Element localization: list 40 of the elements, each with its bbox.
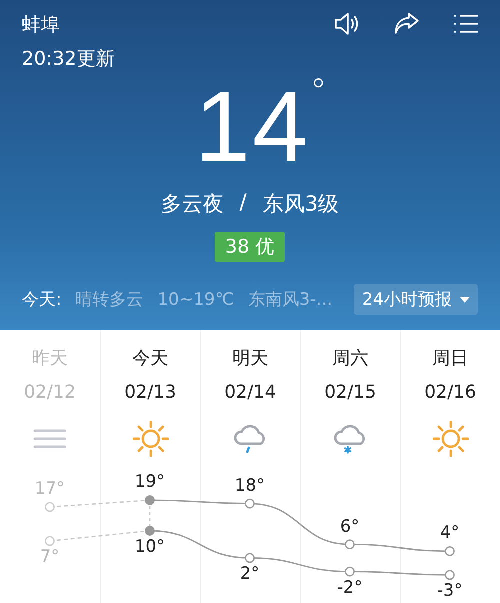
today-label: 今天: — [22, 289, 62, 311]
sun-icon — [132, 421, 168, 457]
low-temperature: 10° — [134, 537, 166, 557]
city-name: 蚌埠 — [22, 13, 61, 38]
day-date: 02/16 — [424, 382, 476, 403]
wind-info: 东风3级 — [262, 191, 340, 218]
today-wind: 东南风3-... — [248, 289, 333, 311]
high-temperature: 17° — [34, 479, 66, 500]
today-temperature-range: 10~19℃ — [158, 290, 234, 310]
degree-sign: ° — [310, 72, 328, 114]
day-name: 今天 — [132, 347, 168, 370]
share-icon[interactable] — [394, 13, 420, 35]
sun-icon — [432, 421, 468, 457]
menu-icon[interactable] — [454, 14, 478, 34]
update-time: 20:32更新 — [22, 47, 115, 72]
separator: / — [240, 190, 247, 216]
today-condition: 晴转多云 — [76, 289, 144, 311]
day-name: 昨天 — [32, 347, 68, 370]
speaker-icon[interactable] — [334, 12, 360, 36]
forecast-dropdown[interactable]: 24小时预报 — [354, 284, 478, 315]
high-temperature: 4° — [440, 523, 460, 544]
haze-icon — [33, 428, 67, 450]
day-date: 02/14 — [224, 382, 276, 403]
day-date: 02/12 — [24, 382, 76, 403]
air-quality-badge[interactable]: 38 优 — [215, 232, 285, 262]
day-name: 周六 — [332, 347, 368, 370]
day-date: 02/15 — [324, 382, 376, 403]
high-temperature: 18° — [234, 476, 266, 496]
high-temperature: 19° — [134, 472, 166, 492]
low-temperature: 7° — [40, 547, 60, 568]
low-temperature: 2° — [240, 564, 260, 584]
high-temperature: 6° — [340, 516, 360, 537]
low-temperature: -2° — [337, 578, 363, 598]
day-name: 周日 — [432, 347, 468, 370]
caret-icon — [460, 296, 470, 302]
day-name: 明天 — [232, 347, 268, 370]
low-temperature: -3° — [437, 581, 463, 602]
weather-condition: 多云夜 — [160, 191, 224, 218]
current-temperature: 14 — [194, 72, 310, 182]
day-date: 02/13 — [124, 382, 176, 403]
